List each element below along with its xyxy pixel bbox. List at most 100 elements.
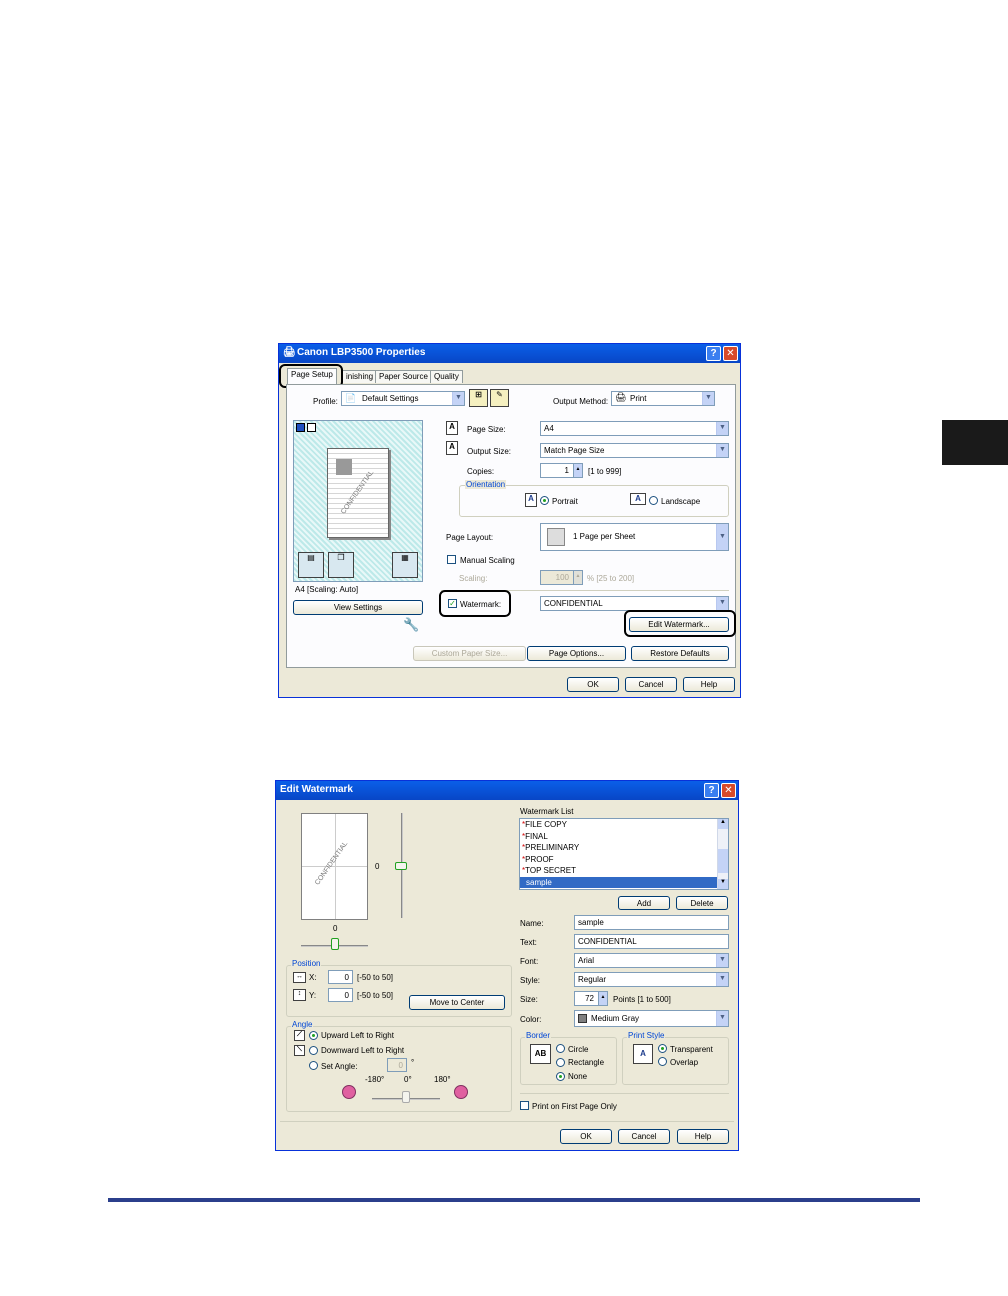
profile-dropdown[interactable]: 📄 Default Settings ▼ — [341, 391, 465, 406]
rotate-right-icon — [454, 1085, 468, 1099]
first-page-only-checkbox[interactable] — [520, 1101, 529, 1110]
angle-min: -180° — [365, 1075, 385, 1084]
highlight-watermark — [439, 590, 511, 617]
landscape-radio[interactable] — [649, 496, 658, 505]
angle-max: 180° — [434, 1075, 451, 1084]
help-icon[interactable]: ? — [704, 783, 719, 798]
scaling-label: Scaling: — [459, 574, 488, 583]
edit-profile-icon[interactable]: ✎ — [490, 389, 509, 407]
spin-arrows-icon[interactable]: ▲▼ — [573, 464, 582, 477]
page-size-dropdown[interactable]: A4 ▼ — [540, 421, 729, 436]
output-method-label: Output Method: — [553, 397, 609, 406]
output-method-dropdown[interactable]: 🖨 Print ▼ — [611, 391, 715, 406]
help-button[interactable]: Help — [677, 1129, 729, 1144]
text-input[interactable]: CONFIDENTIAL — [574, 934, 729, 949]
highlight-edit-watermark — [624, 610, 736, 637]
help-icon[interactable]: ? — [706, 346, 721, 361]
output-size-dropdown[interactable]: Match Page Size ▼ — [540, 443, 729, 458]
landscape-icon: A — [630, 493, 646, 505]
portrait-label: Portrait — [552, 497, 578, 506]
list-item[interactable]: *TOP SECRET — [520, 865, 728, 877]
rectangle-radio[interactable] — [556, 1058, 565, 1067]
name-label: Name: — [520, 919, 544, 928]
degree-unit: ° — [411, 1058, 415, 1067]
font-label: Font: — [520, 957, 539, 966]
watermark-dropdown[interactable]: CONFIDENTIAL ▼ — [540, 596, 729, 611]
vertical-slider-thumb[interactable] — [395, 862, 407, 870]
tab-finishing[interactable]: inishing — [342, 370, 378, 383]
separator — [520, 1093, 729, 1094]
size-stepper[interactable]: 72 ▲▼ — [574, 991, 608, 1006]
copies-label: Copies: — [467, 467, 495, 476]
output-size-label: Output Size: — [467, 447, 512, 456]
circle-radio[interactable] — [556, 1044, 565, 1053]
x-input[interactable]: 0 — [328, 970, 353, 984]
view-settings-button[interactable]: View Settings — [293, 600, 423, 615]
list-item-selected[interactable]: sample — [520, 876, 728, 888]
ok-button[interactable]: OK — [560, 1129, 612, 1144]
color-dropdown[interactable]: Medium Gray ▼ — [574, 1010, 729, 1027]
list-scrollbar[interactable]: ▲ ▼ — [717, 819, 728, 889]
chevron-down-icon: ▼ — [716, 1011, 728, 1026]
restore-defaults-button[interactable]: Restore Defaults — [631, 646, 729, 661]
copies-stepper[interactable]: 1 ▲▼ — [540, 463, 583, 478]
scroll-up-icon[interactable]: ▲ — [718, 819, 728, 829]
move-to-center-button[interactable]: Move to Center — [409, 995, 505, 1010]
portrait-radio[interactable] — [540, 496, 549, 505]
preview-page: CONFIDENTIAL — [327, 448, 389, 538]
print-style-label: Print Style — [627, 1031, 666, 1040]
list-item[interactable]: *PRELIMINARY — [520, 842, 728, 854]
cancel-button[interactable]: Cancel — [618, 1129, 670, 1144]
vertical-arrows-icon: ↕ — [293, 989, 306, 1001]
add-button[interactable]: Add — [618, 896, 670, 910]
chevron-down-icon: ▼ — [716, 954, 728, 967]
close-icon[interactable]: ✕ — [723, 346, 738, 361]
vertical-slider-value: 0 — [375, 862, 380, 871]
profile-label: Profile: — [313, 397, 338, 406]
transparent-radio[interactable] — [658, 1044, 667, 1053]
spin-arrows-icon[interactable]: ▲▼ — [598, 992, 607, 1005]
horizontal-slider-value: 0 — [333, 924, 338, 933]
preview-mode-icon[interactable] — [296, 423, 305, 432]
delete-button[interactable]: Delete — [676, 896, 728, 910]
duplex-icon: ❐ — [328, 552, 354, 578]
list-item[interactable]: *FINAL — [520, 831, 728, 843]
scroll-thumb[interactable] — [718, 849, 728, 873]
manual-scaling-checkbox[interactable] — [447, 555, 456, 564]
set-angle-radio[interactable] — [309, 1061, 318, 1070]
overlap-radio[interactable] — [658, 1057, 667, 1066]
orientation-label: Orientation — [465, 480, 507, 489]
add-profile-icon[interactable]: ⊞ — [469, 389, 488, 407]
style-dropdown[interactable]: Regular ▼ — [574, 972, 729, 987]
info-icon[interactable]: 🔧 — [403, 617, 419, 633]
scroll-down-icon[interactable]: ▼ — [718, 879, 728, 889]
y-input[interactable]: 0 — [328, 988, 353, 1002]
upward-label: Upward Left to Right — [321, 1031, 394, 1040]
downward-radio[interactable] — [309, 1046, 318, 1055]
tab-paper-source[interactable]: Paper Source — [375, 370, 432, 383]
help-button[interactable]: Help — [683, 677, 735, 692]
ok-button[interactable]: OK — [567, 677, 619, 692]
horizontal-slider-thumb[interactable] — [331, 938, 339, 950]
name-input[interactable]: sample — [574, 915, 729, 930]
preview-mode-icon-2[interactable] — [307, 423, 316, 432]
cancel-button[interactable]: Cancel — [625, 677, 677, 692]
page-layout-dropdown[interactable]: 1 Page per Sheet ▼ — [540, 523, 729, 551]
close-icon[interactable]: ✕ — [721, 783, 736, 798]
tab-quality[interactable]: Quality — [430, 370, 463, 383]
portrait-icon: A — [525, 493, 537, 507]
font-dropdown[interactable]: Arial ▼ — [574, 953, 729, 968]
list-item[interactable]: *PROOF — [520, 854, 728, 866]
chevron-down-icon: ▼ — [716, 444, 728, 457]
watermark-list-label: Watermark List — [520, 807, 574, 816]
color-swatch — [578, 1014, 587, 1023]
y-label: Y: — [309, 991, 317, 1000]
booklet-icon: ▤ — [298, 552, 324, 578]
watermark-list[interactable]: *FILE COPY *FINAL *PRELIMINARY *PROOF *T… — [519, 818, 729, 890]
none-radio[interactable] — [556, 1072, 565, 1081]
list-item[interactable]: *FILE COPY — [520, 819, 728, 831]
upward-radio[interactable] — [309, 1031, 318, 1040]
angle-slider-thumb — [402, 1091, 410, 1103]
preview-panel: CONFIDENTIAL ▤ ❐ ▦ — [293, 420, 423, 582]
page-options-button[interactable]: Page Options... — [527, 646, 626, 661]
